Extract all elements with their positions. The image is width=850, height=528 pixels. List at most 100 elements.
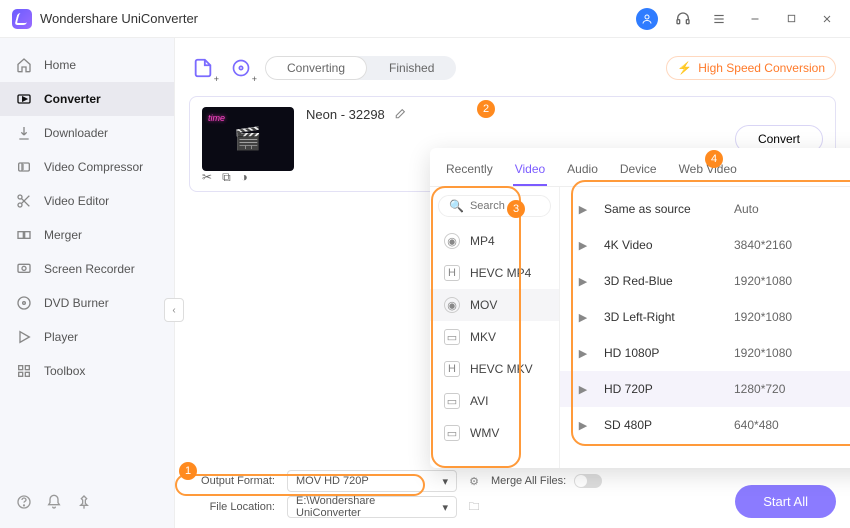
app-logo-icon [12,9,32,29]
help-icon[interactable] [16,494,32,510]
sidebar-item-label: Player [44,330,78,344]
output-format-label: Output Format: [189,475,275,487]
film-icon: ▭ [444,329,460,345]
sidebar-item-label: Downloader [44,126,108,140]
sidebar-item-dvd[interactable]: DVD Burner [0,286,174,320]
hevc-icon: H [444,265,460,281]
minimize-button[interactable] [744,8,766,30]
video-icon: ▶ [574,239,592,252]
headset-icon[interactable] [672,8,694,30]
format-mp4[interactable]: ◉MP4 [430,225,559,257]
effect-icon[interactable]: ◑ [241,170,248,185]
file-location-select[interactable]: E:\Wondershare UniConverter▾ [287,496,457,518]
output-format-select[interactable]: MOV HD 720P▾ [287,470,457,492]
menu-icon[interactable] [708,8,730,30]
high-speed-toggle[interactable]: ⚡High Speed Conversion [666,56,836,80]
clip-thumbnail[interactable]: time🎬 [202,107,294,171]
disc-icon [16,295,32,311]
grid-icon [16,363,32,379]
main-panel: + + Converting Finished ⚡High Speed Conv… [175,38,850,528]
search-icon: 🔍 [449,199,464,213]
format-popover: Recently Video Audio Device Web Video 🔍 … [430,148,850,468]
file-location-label: File Location: [189,501,275,513]
start-all-button[interactable]: Start All [735,485,836,518]
sidebar-item-label: Screen Recorder [44,262,135,276]
user-avatar-icon[interactable] [636,8,658,30]
sidebar-item-label: Video Editor [44,194,109,208]
clip-tools: ✂ ⧉ ◑ [202,170,248,185]
add-disc-button[interactable]: + [227,54,255,82]
tab-video[interactable]: Video [513,156,547,186]
download-icon [16,125,32,141]
rename-icon[interactable] [393,108,406,121]
tab-recently[interactable]: Recently [444,156,495,186]
video-icon: ▶ [574,383,592,396]
segment-converting[interactable]: Converting [265,56,367,80]
trim-icon[interactable]: ✂ [202,170,212,185]
format-hevc-mp4[interactable]: HHEVC MP4 [430,257,559,289]
sidebar-item-editor[interactable]: Video Editor [0,184,174,218]
resolution-row[interactable]: ▶3D Red-Blue1920*1080✎ [560,263,850,299]
record-icon [16,261,32,277]
chevron-down-icon: ▾ [442,501,448,514]
tab-audio[interactable]: Audio [565,156,600,186]
maximize-button[interactable] [780,8,802,30]
status-segment: Converting Finished [265,56,456,80]
resolution-row[interactable]: ▶4K Video3840*2160✎ [560,227,850,263]
search-input[interactable] [470,200,540,212]
format-mov[interactable]: ◉MOV [430,289,559,321]
open-folder-icon[interactable]: 🗀 [465,498,483,517]
sidebar-item-merger[interactable]: Merger [0,218,174,252]
format-avi[interactable]: ▭AVI [430,385,559,417]
format-list: 🔍 ◉MP4 HHEVC MP4 ◉MOV ▭MKV HHEVC MKV ▭AV… [430,187,560,468]
resolution-row[interactable]: ▶Same as sourceAuto✎ [560,191,850,227]
sidebar-item-recorder[interactable]: Screen Recorder [0,252,174,286]
sidebar-item-label: Merger [44,228,82,242]
pin-icon[interactable] [76,494,92,510]
disc-icon: ◉ [444,297,460,313]
sidebar-item-player[interactable]: Player [0,320,174,354]
format-search[interactable]: 🔍 [438,195,551,217]
video-icon: ▶ [574,419,592,432]
sidebar-item-home[interactable]: Home [0,48,174,82]
resolution-row[interactable]: ▶SD 480P640*480✎ [560,407,850,443]
hevc-icon: H [444,361,460,377]
resolution-list: ▶Same as sourceAuto✎ ▶4K Video3840*2160✎… [560,187,850,468]
home-icon [16,57,32,73]
compress-icon [16,159,32,175]
sidebar-item-downloader[interactable]: Downloader [0,116,174,150]
clip-title: Neon - 32298 [306,107,385,122]
segment-finished[interactable]: Finished [367,56,456,80]
format-hevc-mkv[interactable]: HHEVC MKV [430,353,559,385]
settings-icon[interactable]: ⚙ [465,475,483,488]
video-icon: ▶ [574,275,592,288]
tab-webvideo[interactable]: Web Video [677,156,739,186]
sidebar-item-converter[interactable]: Converter [0,82,174,116]
video-icon: ▶ [574,311,592,324]
sidebar-item-label: Video Compressor [44,160,143,174]
sidebar-item-compressor[interactable]: Video Compressor [0,150,174,184]
sidebar-item-label: DVD Burner [44,296,109,310]
merge-toggle[interactable] [574,474,602,488]
format-wmv[interactable]: ▭WMV [430,417,559,449]
app-title: Wondershare UniConverter [40,11,198,26]
sidebar-item-label: Converter [44,92,101,106]
sidebar-item-toolbox[interactable]: Toolbox [0,354,174,388]
crop-icon[interactable]: ⧉ [222,170,231,185]
bell-icon[interactable] [46,494,62,510]
resolution-row[interactable]: ▶3D Left-Right1920*1080✎ [560,299,850,335]
film-icon: ▭ [444,425,460,441]
format-mkv[interactable]: ▭MKV [430,321,559,353]
title-bar: Wondershare UniConverter [0,0,850,38]
close-button[interactable] [816,8,838,30]
resolution-row[interactable]: ▶HD 720P1280*720✎ [560,371,850,407]
scissors-icon [16,193,32,209]
resolution-row[interactable]: ▶HD 1080P1920*1080✎ [560,335,850,371]
converter-icon [16,91,32,107]
tab-device[interactable]: Device [618,156,659,186]
add-file-button[interactable]: + [189,54,217,82]
film-icon: ▭ [444,393,460,409]
video-icon: ▶ [574,347,592,360]
play-icon [16,329,32,345]
sidebar-item-label: Home [44,58,76,72]
